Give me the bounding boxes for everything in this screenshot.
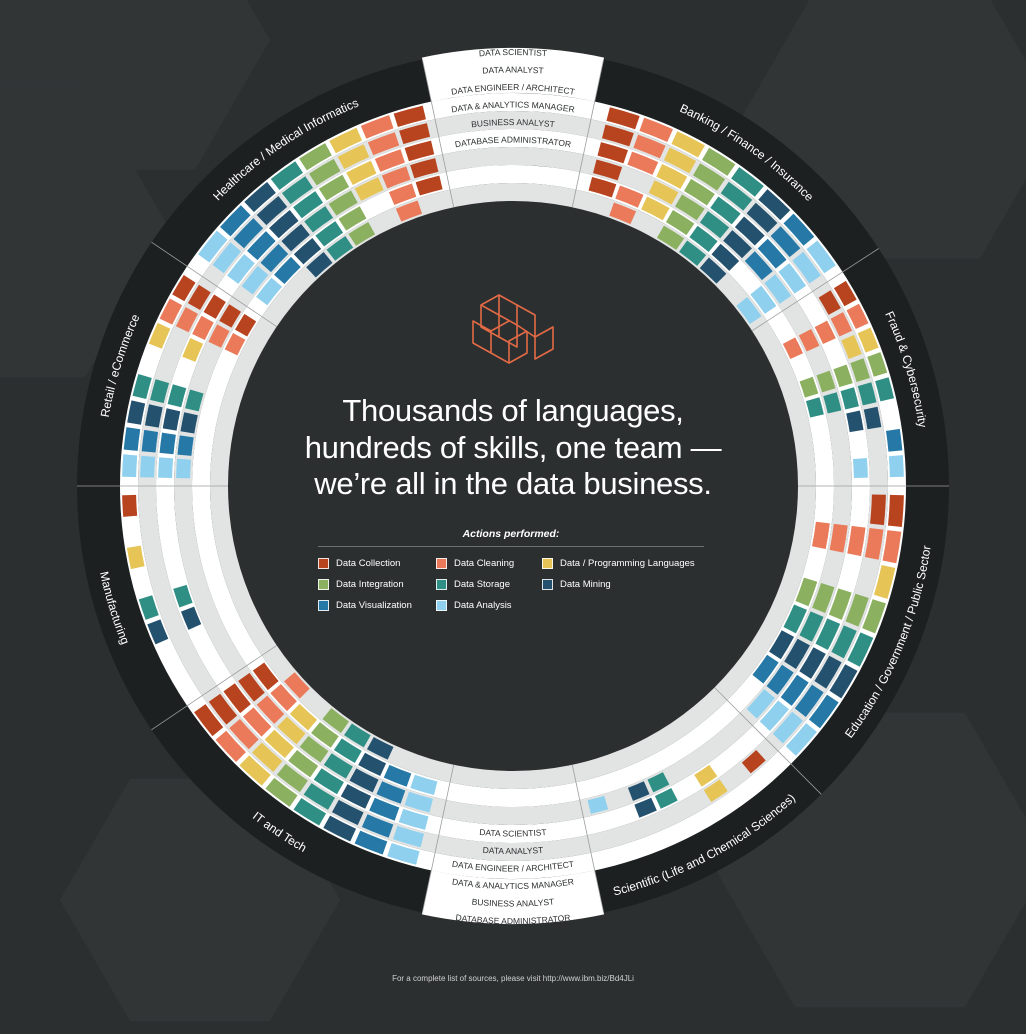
action-cell xyxy=(888,455,904,478)
legend-label: Data Cleaning xyxy=(454,558,515,569)
footer-sources: For a complete list of sources, please v… xyxy=(392,974,634,983)
legend-item: Data Mining xyxy=(542,579,702,590)
legend-item: Data / Programming Languages xyxy=(542,558,702,569)
headline-line-1: Thousands of languages, xyxy=(342,393,684,428)
action-cell xyxy=(176,458,192,479)
radial-diagram: DATA SCIENTIST DATA ANALYST DATA ENGINEE… xyxy=(0,0,1026,1022)
action-cell xyxy=(122,494,138,517)
legend-item: Data Storage xyxy=(436,579,542,590)
action-cell xyxy=(159,432,176,455)
action-cell xyxy=(177,435,194,456)
action-cell xyxy=(141,429,159,453)
action-cell xyxy=(158,457,174,478)
action-cell xyxy=(887,494,904,528)
headline: Thousands of languages, hundreds of skil… xyxy=(258,393,768,503)
legend-item: Data Collection xyxy=(318,558,436,569)
legend: Actions performed: Data Collection Data … xyxy=(318,528,704,611)
action-cell xyxy=(885,428,903,452)
action-cell xyxy=(122,454,138,478)
svg-text:DATA SCIENTIST: DATA SCIENTIST xyxy=(479,827,547,839)
legend-swatch xyxy=(542,579,553,590)
legend-label: Data / Programming Languages xyxy=(560,558,695,569)
legend-label: Data Visualization xyxy=(336,600,412,611)
legend-item: Data Integration xyxy=(318,579,436,590)
action-cell xyxy=(852,457,868,478)
legend-item: Data Cleaning xyxy=(436,558,542,569)
svg-text:DATA SCIENTIST: DATA SCIENTIST xyxy=(479,47,548,58)
action-cell xyxy=(870,494,886,526)
role-label-top: DATA SCIENTIST xyxy=(479,47,548,58)
legend-label: Data Integration xyxy=(336,579,404,590)
role-label-top: DATA ANALYST xyxy=(482,64,544,75)
legend-swatch xyxy=(318,579,329,590)
action-cell xyxy=(123,427,141,451)
legend-label: Data Mining xyxy=(560,579,611,590)
action-cell xyxy=(140,455,156,478)
legend-swatch xyxy=(318,558,329,569)
legend-label: Data Analysis xyxy=(454,600,512,611)
legend-swatch xyxy=(436,558,447,569)
legend-swatch xyxy=(436,600,447,611)
legend-item: Data Analysis xyxy=(436,600,542,611)
legend-label: Data Storage xyxy=(454,579,510,590)
legend-item: Data Visualization xyxy=(318,600,436,611)
role-label-bottom: DATA SCIENTIST xyxy=(479,827,547,839)
svg-text:DATA ANALYST: DATA ANALYST xyxy=(482,64,544,75)
role-label-bottom: DATA ANALYST xyxy=(482,845,543,856)
legend-title: Actions performed: xyxy=(318,528,704,547)
legend-grid: Data Collection Data Cleaning Data / Pro… xyxy=(318,558,704,611)
legend-swatch xyxy=(436,579,447,590)
headline-line-3: we’re all in the data business. xyxy=(314,466,712,502)
svg-text:DATA ANALYST: DATA ANALYST xyxy=(482,845,543,856)
legend-swatch xyxy=(542,558,553,569)
headline-line-2: hundreds of skills, one team — xyxy=(304,429,722,465)
legend-label: Data Collection xyxy=(336,558,401,569)
legend-swatch xyxy=(318,600,329,611)
